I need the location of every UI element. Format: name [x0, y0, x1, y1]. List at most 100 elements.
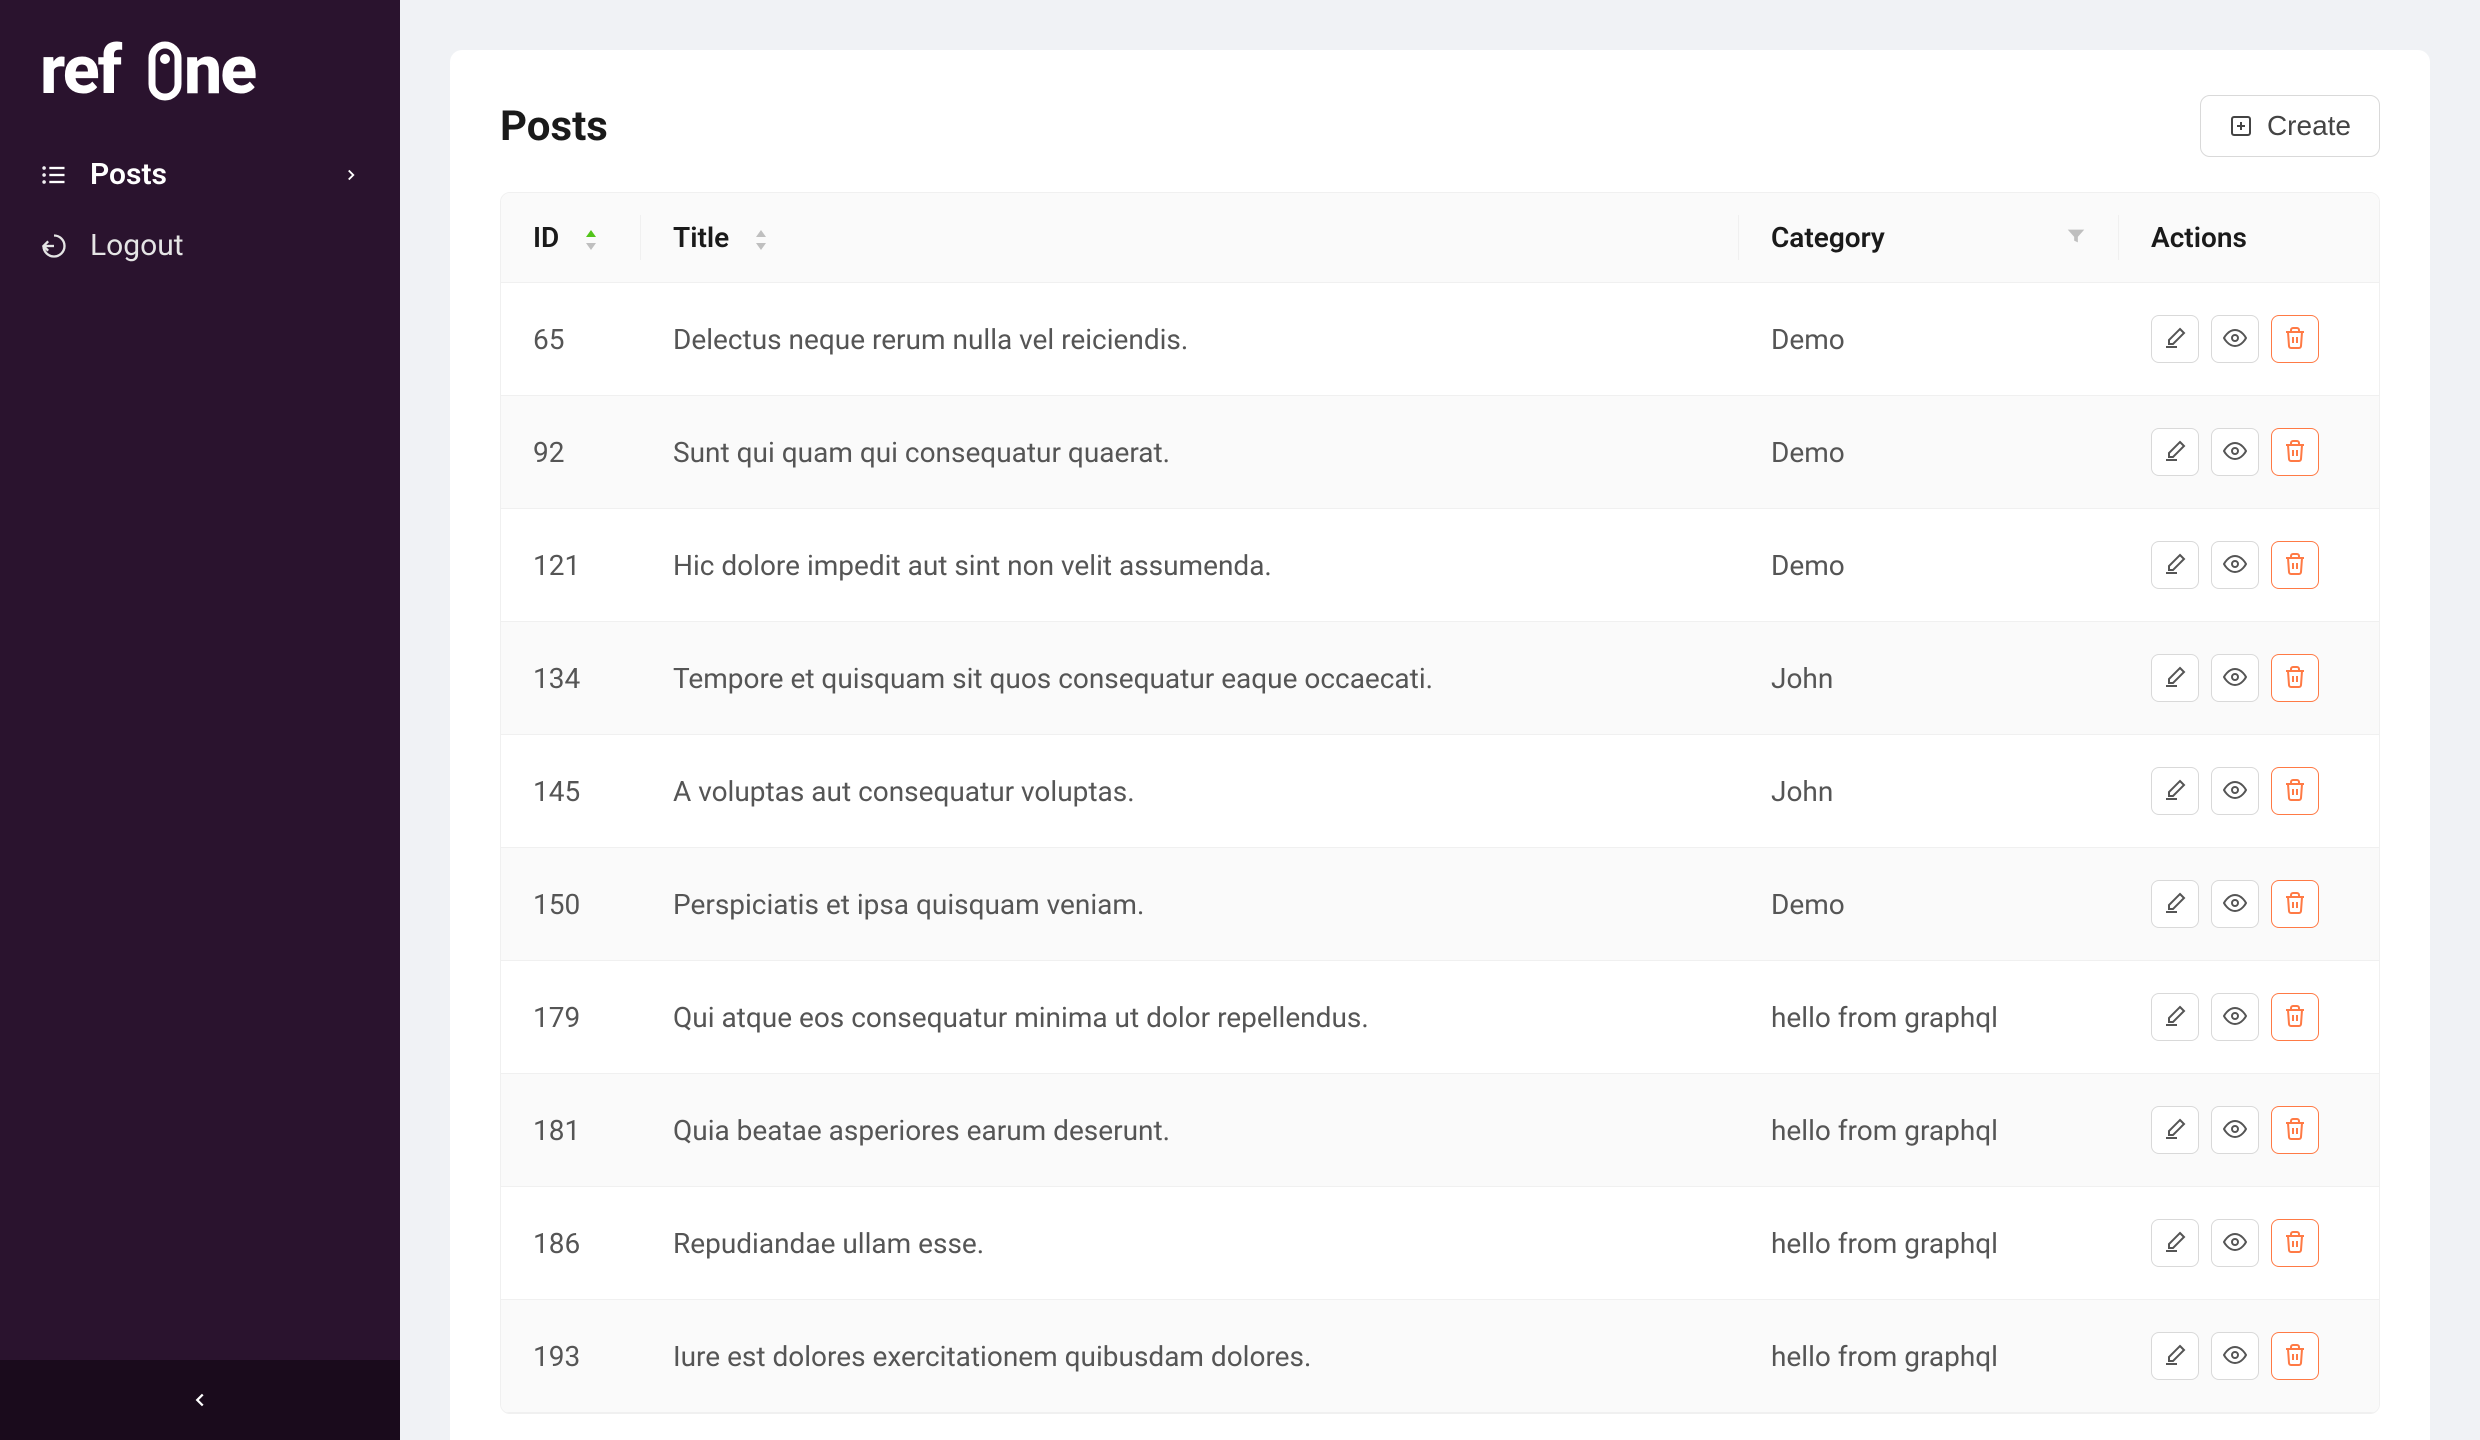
cell-actions — [2119, 283, 2379, 396]
view-button[interactable] — [2211, 880, 2259, 928]
view-button[interactable] — [2211, 1332, 2259, 1380]
edit-icon — [2163, 1004, 2187, 1031]
table-row: 134Tempore et quisquam sit quos consequa… — [501, 622, 2379, 735]
delete-button[interactable] — [2271, 1106, 2319, 1154]
sidebar-collapse-button[interactable] — [0, 1360, 400, 1440]
eye-icon — [2223, 326, 2247, 353]
cell-id: 92 — [501, 396, 641, 509]
cell-category: Demo — [1739, 396, 2119, 509]
edit-icon — [2163, 1343, 2187, 1370]
delete-button[interactable] — [2271, 315, 2319, 363]
cell-category: hello from graphql — [1739, 1300, 2119, 1413]
cell-id: 121 — [501, 509, 641, 622]
eye-icon — [2223, 439, 2247, 466]
edit-button[interactable] — [2151, 993, 2199, 1041]
edit-button[interactable] — [2151, 541, 2199, 589]
brand-logo: refne — [0, 0, 400, 139]
cell-category: Demo — [1739, 848, 2119, 961]
edit-icon — [2163, 665, 2187, 692]
sort-icon — [582, 230, 600, 250]
cell-id: 179 — [501, 961, 641, 1074]
view-button[interactable] — [2211, 1219, 2259, 1267]
trash-icon — [2283, 1004, 2307, 1031]
view-button[interactable] — [2211, 654, 2259, 702]
table-row: 145A voluptas aut consequatur voluptas.J… — [501, 735, 2379, 848]
table-row: 65Delectus neque rerum nulla vel reicien… — [501, 283, 2379, 396]
chevron-right-icon — [342, 157, 360, 192]
cell-id: 193 — [501, 1300, 641, 1413]
view-button[interactable] — [2211, 767, 2259, 815]
create-button-label: Create — [2267, 110, 2351, 142]
delete-button[interactable] — [2271, 880, 2319, 928]
trash-icon — [2283, 1343, 2307, 1370]
view-button[interactable] — [2211, 428, 2259, 476]
view-button[interactable] — [2211, 315, 2259, 363]
create-button[interactable]: Create — [2200, 95, 2380, 157]
table-row: 186Repudiandae ullam esse.hello from gra… — [501, 1187, 2379, 1300]
column-header-actions: Actions — [2119, 193, 2379, 283]
delete-button[interactable] — [2271, 1332, 2319, 1380]
posts-card: Posts Create ID — [450, 50, 2430, 1440]
column-header-id[interactable]: ID — [501, 193, 641, 283]
eye-icon — [2223, 1343, 2247, 1370]
svg-text:ref: ref — [40, 35, 123, 110]
eye-icon — [2223, 1230, 2247, 1257]
table-row: 179Qui atque eos consequatur minima ut d… — [501, 961, 2379, 1074]
edit-button[interactable] — [2151, 1219, 2199, 1267]
filter-icon[interactable] — [2065, 221, 2087, 254]
edit-icon — [2163, 326, 2187, 353]
edit-button[interactable] — [2151, 654, 2199, 702]
cell-category: John — [1739, 735, 2119, 848]
trash-icon — [2283, 891, 2307, 918]
card-header: Posts Create — [500, 95, 2380, 157]
edit-button[interactable] — [2151, 767, 2199, 815]
trash-icon — [2283, 1117, 2307, 1144]
cell-id: 150 — [501, 848, 641, 961]
cell-category: John — [1739, 622, 2119, 735]
column-header-title[interactable]: Title — [641, 193, 1739, 283]
view-button[interactable] — [2211, 993, 2259, 1041]
edit-button[interactable] — [2151, 428, 2199, 476]
delete-button[interactable] — [2271, 767, 2319, 815]
edit-icon — [2163, 891, 2187, 918]
edit-button[interactable] — [2151, 315, 2199, 363]
eye-icon — [2223, 552, 2247, 579]
posts-table: ID Title — [501, 193, 2379, 1413]
eye-icon — [2223, 665, 2247, 692]
cell-title: Iure est dolores exercitationem quibusda… — [641, 1300, 1739, 1413]
view-button[interactable] — [2211, 1106, 2259, 1154]
cell-actions — [2119, 509, 2379, 622]
cell-category: hello from graphql — [1739, 1187, 2119, 1300]
sidebar-item-label: Posts — [90, 157, 167, 192]
table-row: 193Iure est dolores exercitationem quibu… — [501, 1300, 2379, 1413]
view-button[interactable] — [2211, 541, 2259, 589]
delete-button[interactable] — [2271, 428, 2319, 476]
cell-title: Tempore et quisquam sit quos consequatur… — [641, 622, 1739, 735]
table-row: 121Hic dolore impedit aut sint non velit… — [501, 509, 2379, 622]
sidebar-item-posts[interactable]: Posts — [0, 139, 400, 210]
delete-button[interactable] — [2271, 654, 2319, 702]
edit-icon — [2163, 439, 2187, 466]
cell-actions — [2119, 1300, 2379, 1413]
trash-icon — [2283, 552, 2307, 579]
cell-actions — [2119, 1074, 2379, 1187]
edit-button[interactable] — [2151, 880, 2199, 928]
cell-title: Quia beatae asperiores earum deserunt. — [641, 1074, 1739, 1187]
sidebar: refne Posts Logout — [0, 0, 400, 1440]
cell-category: hello from graphql — [1739, 1074, 2119, 1187]
plus-square-icon — [2229, 114, 2253, 138]
logout-icon — [40, 232, 68, 260]
eye-icon — [2223, 778, 2247, 805]
sidebar-item-logout[interactable]: Logout — [0, 210, 400, 281]
delete-button[interactable] — [2271, 993, 2319, 1041]
table-row: 92Sunt qui quam qui consequatur quaerat.… — [501, 396, 2379, 509]
edit-button[interactable] — [2151, 1106, 2199, 1154]
delete-button[interactable] — [2271, 541, 2319, 589]
sort-icon — [752, 230, 770, 250]
delete-button[interactable] — [2271, 1219, 2319, 1267]
column-header-category[interactable]: Category — [1739, 193, 2119, 283]
cell-category: hello from graphql — [1739, 961, 2119, 1074]
edit-button[interactable] — [2151, 1332, 2199, 1380]
table-row: 181Quia beatae asperiores earum deserunt… — [501, 1074, 2379, 1187]
page-title: Posts — [500, 102, 608, 151]
